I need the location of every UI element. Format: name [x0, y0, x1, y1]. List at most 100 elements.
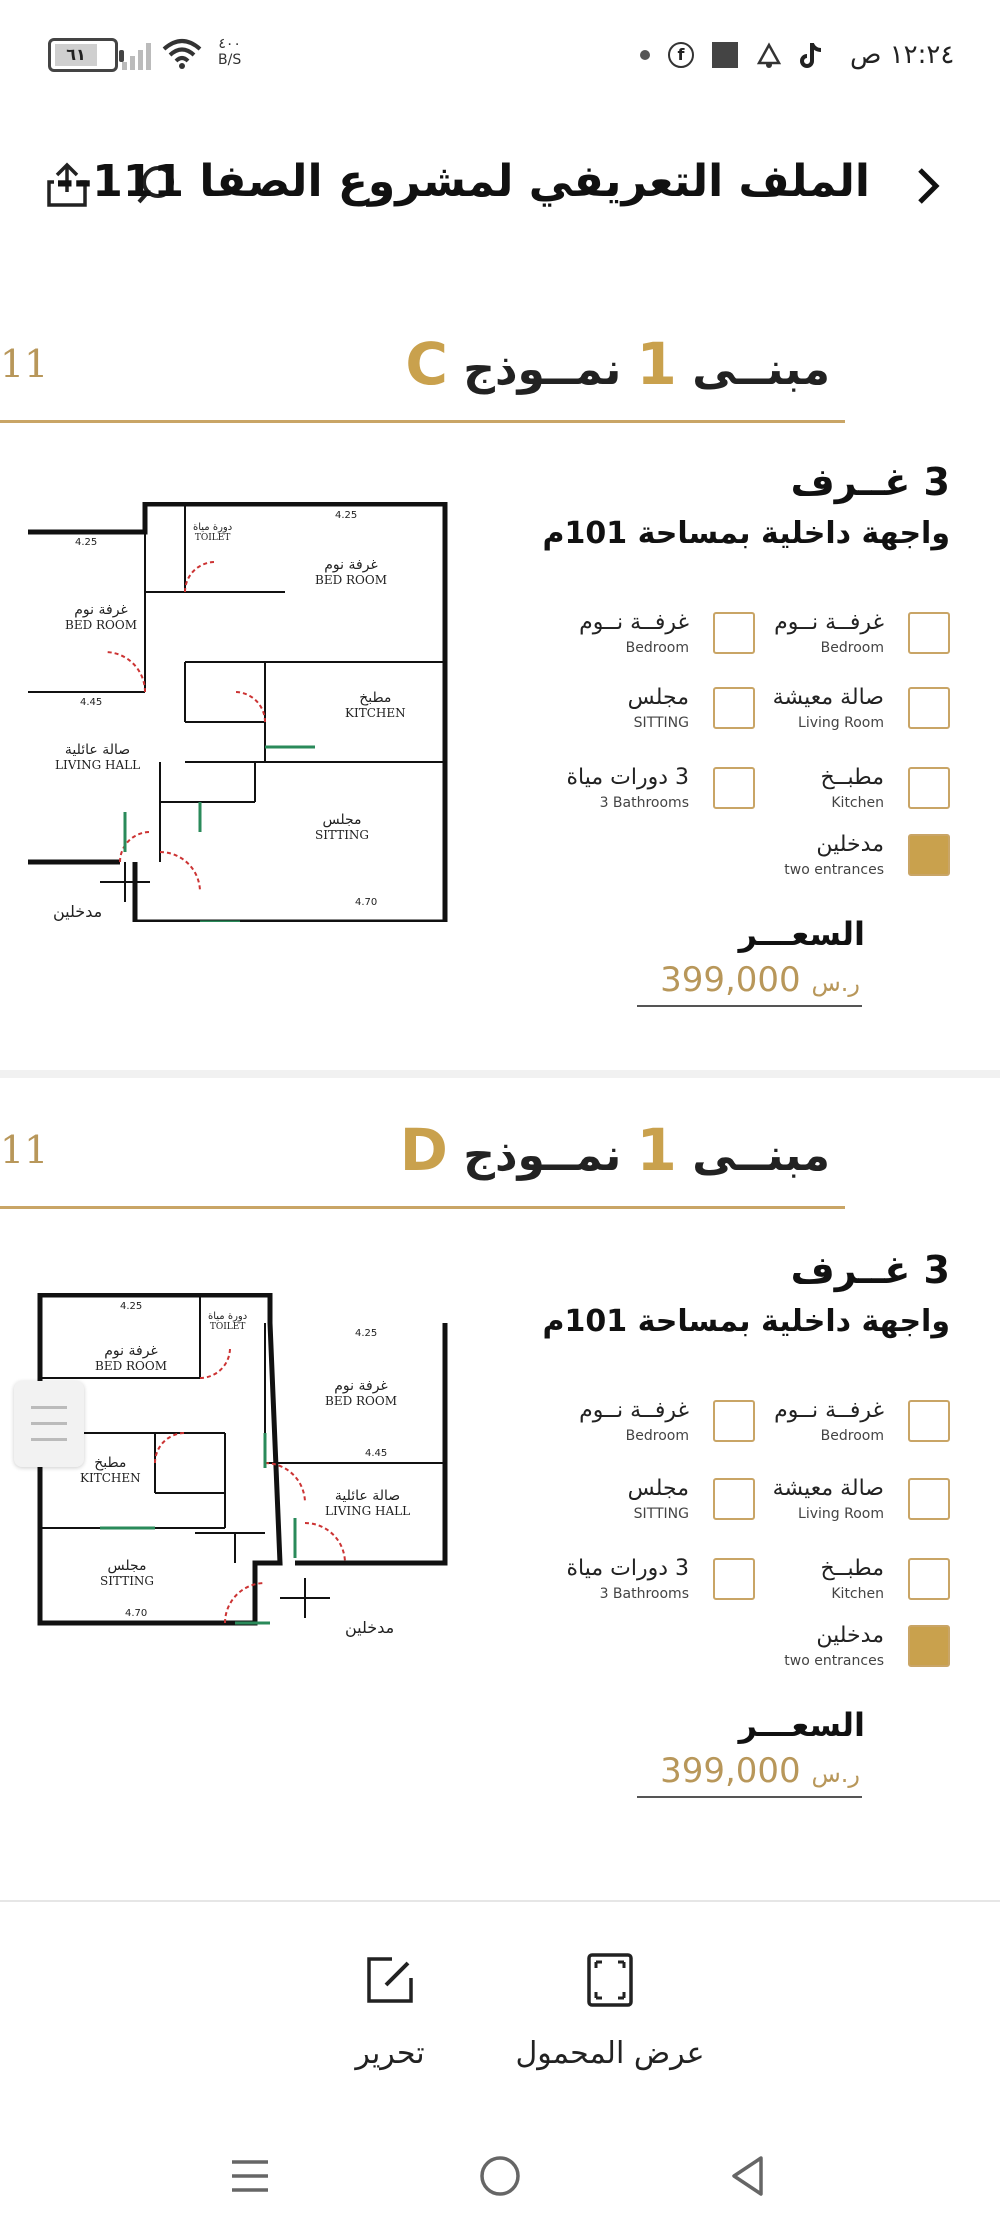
feature-label: مجلس [627, 1476, 689, 1501]
room-name: دورة مياة [193, 522, 233, 533]
app-header: الملف التعريفي لمشروع الصفا 111-- [0, 130, 1000, 240]
feature-label: مطبــخ [820, 1556, 884, 1581]
dimension: 4.45 [80, 697, 103, 708]
room-label-kitchen: مطبخ KITCHEN [345, 690, 406, 720]
dimension: 4.70 [355, 897, 378, 908]
price-underline [637, 1796, 862, 1798]
room-name: صالة عائلية [64, 742, 131, 758]
building-number: 1 [636, 330, 677, 398]
feature-label: غرفــة نــوم [774, 1398, 884, 1423]
building-number: 1 [636, 1116, 677, 1184]
feature-label-en: Bedroom [625, 1428, 689, 1444]
feature-label-en: two entrances [784, 862, 884, 878]
feature-label-en: SITTING [633, 1506, 689, 1522]
room-name-en: LIVING HALL [55, 758, 141, 772]
room-label-kitchen: مطبخ KITCHEN [80, 1455, 141, 1485]
gold-divider [0, 420, 845, 423]
status-bar: ٦١ ٤٠٠ B/S f ١٢:٢٤ ص [0, 0, 1000, 110]
mobile-view-button[interactable]: عرض المحمول [510, 1952, 710, 2071]
edit-icon [367, 1957, 413, 2003]
page-divider [0, 1070, 1000, 1078]
price: ر.س 399,000 [660, 1751, 860, 1791]
room-label-living: صالة عائلية LIVING HALL [325, 1488, 410, 1518]
room-label-bedroom: غرفة نوم BED ROOM [95, 1343, 167, 1373]
room-name: صالة عائلية [334, 1488, 401, 1504]
document-page: 11 مبنــى 1 نمــوذج C 3 غــرف واجهة داخل… [0, 280, 1000, 1070]
room-name: مجلس [322, 812, 362, 828]
room-name: مطبخ [359, 690, 392, 706]
model-title: مبنــى 1 نمــوذج C [405, 330, 830, 398]
kitchen-icon [908, 767, 950, 809]
room-name-en: TOILET [194, 533, 231, 543]
room-label-bedroom: غرفة نوم BED ROOM [315, 557, 387, 587]
feature-label-en: Kitchen [831, 795, 884, 811]
feature-bathrooms: 3 دورات مياة 3 Bathrooms [515, 1556, 755, 1610]
price-label: السعـــر [738, 1706, 865, 1744]
document-viewer[interactable]: 11 مبنــى 1 نمــوذج C 3 غــرف واجهة داخل… [0, 280, 1000, 1900]
dimension: 4.70 [125, 1608, 148, 1619]
feature-label: غرفــة نــوم [774, 610, 884, 635]
model-letter: C [405, 330, 448, 398]
room-name: غرفة نوم [324, 557, 378, 573]
feature-label-en: Bedroom [820, 1428, 884, 1444]
dimension: 4.25 [335, 510, 358, 521]
battery-icon: ٦١ [48, 38, 124, 72]
room-name: غرفة نوم [334, 1378, 388, 1394]
armchair-icon [713, 1478, 755, 1520]
drag-handle[interactable] [14, 1381, 84, 1467]
room-name-en: BED ROOM [315, 573, 388, 587]
model-label: نمــوذج [463, 344, 622, 395]
entrance-label: مدخلين [345, 1618, 395, 1637]
dimension: 4.25 [75, 537, 98, 548]
room-name: غرفة نوم [104, 1343, 158, 1359]
feature-entrances: مدخلين two entrances [710, 832, 950, 886]
feature-sitting: مجلس SITTING [515, 685, 755, 739]
dimension: 4.25 [355, 1328, 378, 1339]
room-name: دورة مياة [208, 1311, 248, 1322]
room-label-toilet: دورة مياة TOILET [193, 522, 232, 543]
wifi-icon [162, 39, 202, 69]
feature-label: غرفــة نــوم [579, 610, 689, 635]
mobile-view-icon [587, 1953, 633, 2007]
bathtub-icon [713, 1558, 755, 1600]
bathtub-icon [713, 767, 755, 809]
feature-label: 3 دورات مياة [566, 765, 689, 790]
edit-button[interactable]: تحرير [320, 1952, 460, 2071]
system-nav-bar [0, 2120, 1000, 2230]
alarm-icon [755, 30, 783, 80]
rooms-count: 3 غــرف [790, 1248, 950, 1292]
room-name-en: SITTING [100, 1574, 155, 1588]
feature-bedroom: غرفــة نــوم Bedroom [515, 610, 755, 664]
room-name: غرفة نوم [74, 602, 128, 618]
feature-bathrooms: 3 دورات مياة 3 Bathrooms [515, 765, 755, 819]
price-value: 399,000 [660, 1751, 801, 1791]
edit-label: تحرير [355, 2036, 425, 2071]
room-label-sitting: مجلس SITTING [100, 1558, 154, 1588]
facade-area: واجهة داخلية بمساحة 101م [542, 1304, 950, 1339]
feature-label-en: Bedroom [820, 640, 884, 656]
feature-label-en: Kitchen [831, 1586, 884, 1602]
feature-label: مدخلين [816, 1623, 884, 1648]
feature-label-en: 3 Bathrooms [599, 795, 689, 811]
room-label-living: صالة عائلية LIVING HALL [55, 742, 140, 772]
floor-plan: غرفة نوم BED ROOM غرفة نوم BED ROOM صالة ع… [25, 501, 455, 925]
recents-icon[interactable] [230, 2156, 270, 2196]
entrance-label: مدخلين [53, 902, 103, 921]
room-name-en: KITCHEN [345, 706, 406, 720]
back-chevron-icon[interactable] [912, 166, 942, 206]
sofa-icon [908, 1478, 950, 1520]
notification-dot-icon [640, 30, 650, 80]
facade-area: واجهة داخلية بمساحة 101م [542, 516, 950, 551]
price-value: 399,000 [660, 960, 801, 1000]
dimension: 4.45 [365, 1448, 388, 1459]
sofa-icon [908, 687, 950, 729]
network-speed: ٤٠٠ B/S [218, 36, 241, 68]
page-number: 11 [0, 342, 49, 386]
room-name-en: SITTING [315, 828, 370, 842]
speed-value: ٤٠٠ [218, 36, 241, 52]
page-number: 11 [0, 1128, 49, 1172]
feature-label: مجلس [627, 685, 689, 710]
speed-unit: B/S [218, 52, 242, 68]
home-icon[interactable] [478, 2154, 522, 2198]
back-icon[interactable] [728, 2154, 768, 2198]
